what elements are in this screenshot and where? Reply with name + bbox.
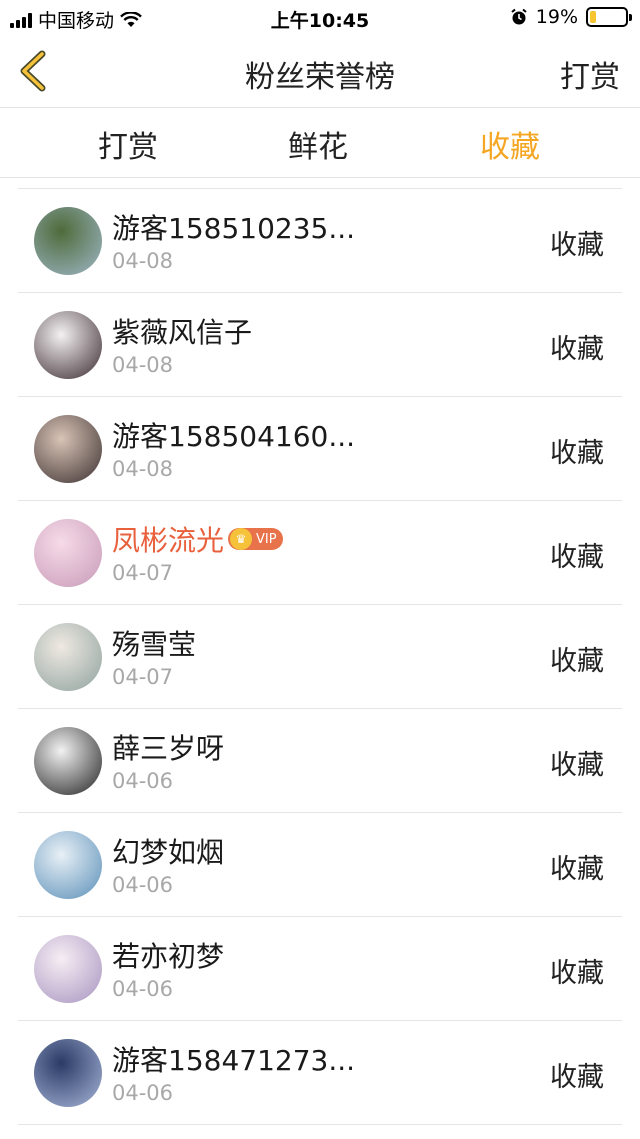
avatar[interactable] xyxy=(34,727,102,795)
user-name: 凤彬流光 ♛ VIP xyxy=(112,519,283,559)
status-right-group: 19% xyxy=(510,6,632,28)
page-title: 粉丝荣誉榜 xyxy=(245,60,395,95)
tab-bar: 打赏 鲜花 收藏 xyxy=(0,108,640,178)
date-label: 04-06 xyxy=(112,769,174,793)
avatar[interactable] xyxy=(34,831,102,899)
user-name: 幻梦如烟 xyxy=(112,831,224,871)
favorite-label: 收藏 xyxy=(550,1062,604,1093)
user-name-text: 幻梦如烟 xyxy=(112,836,225,869)
list-item[interactable]: 游客158504160... 04-08 收藏 xyxy=(18,397,622,501)
nav-bar: 粉丝荣誉榜 打赏 xyxy=(0,36,640,108)
avatar[interactable] xyxy=(34,935,102,1003)
user-name-text: 紫薇风信子 xyxy=(112,316,253,349)
date-label: 04-06 xyxy=(112,1081,174,1105)
list-item[interactable]: 殇雪莹 04-07 收藏 xyxy=(18,605,622,709)
user-name: 游客158471273... xyxy=(112,1039,355,1079)
tab-reward[interactable]: 打赏 xyxy=(63,122,193,166)
vip-label: VIP xyxy=(256,531,277,547)
user-name: 紫薇风信子 xyxy=(112,311,252,351)
user-name: 游客158510235... xyxy=(112,207,355,247)
date-label: 04-08 xyxy=(112,249,174,273)
favorite-label: 收藏 xyxy=(550,646,604,677)
avatar[interactable] xyxy=(34,1039,102,1107)
user-name-text: 游客158471273... xyxy=(112,1044,356,1077)
list-item[interactable]: 紫薇风信子 04-08 收藏 xyxy=(18,293,622,397)
date-label: 04-07 xyxy=(112,561,174,585)
avatar[interactable] xyxy=(34,207,102,275)
list-item[interactable]: 薛三岁呀 04-06 收藏 xyxy=(18,709,622,813)
battery-percent: 19% xyxy=(535,6,578,28)
favorite-label: 收藏 xyxy=(550,854,604,885)
vip-badge: ♛ VIP xyxy=(228,528,283,550)
favorite-label: 收藏 xyxy=(550,958,604,989)
avatar[interactable] xyxy=(34,311,102,379)
status-bar: 中国移动 上午10:45 19% xyxy=(0,0,640,36)
user-name: 若亦初梦 xyxy=(112,935,224,975)
date-label: 04-07 xyxy=(112,665,174,689)
user-name-text: 凤彬流光 xyxy=(112,524,225,557)
user-name-text: 若亦初梦 xyxy=(112,940,225,973)
list-item[interactable]: 游客158471273... 04-06 收藏 xyxy=(18,1021,622,1125)
avatar[interactable] xyxy=(34,519,102,587)
date-label: 04-06 xyxy=(112,873,174,897)
crown-icon: ♛ xyxy=(230,528,253,550)
favorite-label: 收藏 xyxy=(550,750,604,781)
user-name-text: 游客158504160... xyxy=(112,420,356,453)
avatar[interactable] xyxy=(34,415,102,483)
list-item[interactable]: 游客158510235... 04-08 收藏 xyxy=(18,189,622,293)
date-label: 04-08 xyxy=(112,457,174,481)
user-name-text: 殇雪莹 xyxy=(112,628,197,661)
list-item[interactable]: 若亦初梦 04-06 收藏 xyxy=(18,917,622,1021)
user-name: 殇雪莹 xyxy=(112,623,196,663)
user-name-text: 薛三岁呀 xyxy=(112,732,225,765)
date-label: 04-08 xyxy=(112,353,174,377)
favorite-label: 收藏 xyxy=(550,542,604,573)
tab-flowers[interactable]: 鲜花 xyxy=(253,122,383,166)
favorite-label: 收藏 xyxy=(550,334,604,365)
battery-icon xyxy=(586,7,632,27)
battery-fill xyxy=(590,11,597,23)
alarm-icon xyxy=(511,8,527,25)
list-item[interactable]: 幻梦如烟 04-06 收藏 xyxy=(18,813,622,917)
user-name-text: 游客158510235... xyxy=(112,212,356,245)
favorite-label: 收藏 xyxy=(550,230,604,261)
user-name: 薛三岁呀 xyxy=(112,727,224,767)
fan-list: 游客158510235... 04-08 收藏 紫薇风信子 04-08 收藏 游客15850… xyxy=(18,188,622,1125)
favorite-label: 收藏 xyxy=(550,438,604,469)
reward-button[interactable]: 打赏 xyxy=(560,52,620,96)
tab-favorites[interactable]: 收藏 xyxy=(445,122,575,166)
date-label: 04-06 xyxy=(112,977,174,1001)
user-name: 游客158504160... xyxy=(112,415,355,455)
list-item[interactable]: 凤彬流光 ♛ VIP 04-07 收藏 xyxy=(18,501,622,605)
avatar[interactable] xyxy=(34,623,102,691)
